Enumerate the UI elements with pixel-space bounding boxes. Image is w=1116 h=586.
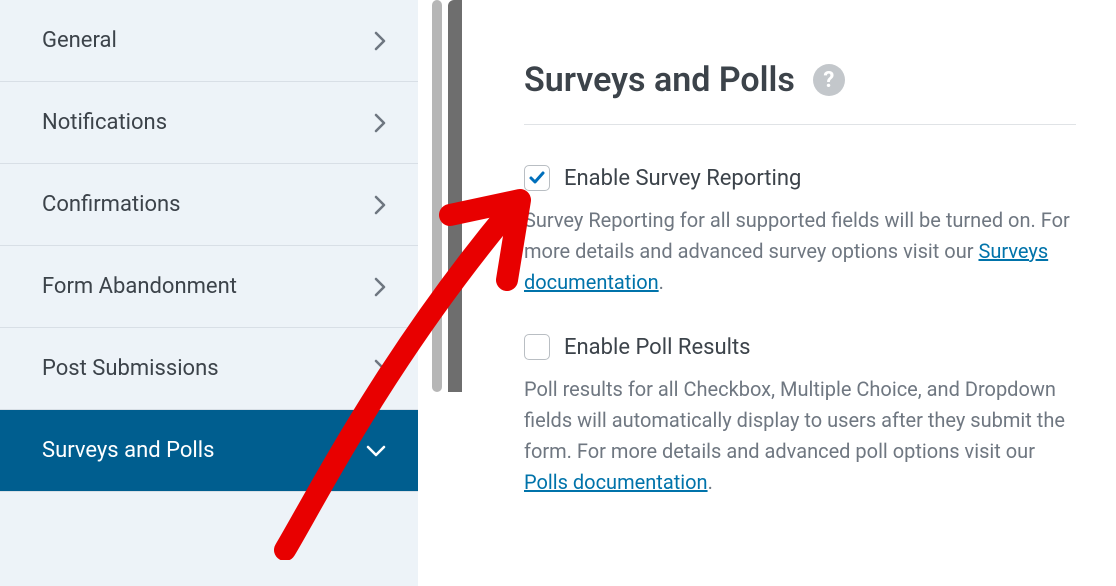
sidebar-item-surveys-polls[interactable]: Surveys and Polls xyxy=(0,410,418,492)
survey-reporting-label: Enable Survey Reporting xyxy=(564,166,801,191)
chevron-right-icon xyxy=(374,31,386,51)
chevron-right-icon xyxy=(374,113,386,133)
chevron-right-icon xyxy=(374,195,386,215)
survey-reporting-checkbox[interactable] xyxy=(524,165,550,191)
panel-gutter xyxy=(418,0,462,586)
sidebar-item-confirmations[interactable]: Confirmations xyxy=(0,164,418,246)
option-enable-survey-reporting: Enable Survey Reporting Survey Reporting… xyxy=(524,165,1076,298)
sidebar-item-form-abandonment[interactable]: Form Abandonment xyxy=(0,246,418,328)
poll-results-description: Poll results for all Checkbox, Multiple … xyxy=(524,374,1076,498)
chevron-right-icon xyxy=(374,277,386,297)
settings-sidebar: General Notifications Confirmations Form… xyxy=(0,0,418,586)
poll-results-checkbox[interactable] xyxy=(524,334,550,360)
poll-results-label: Enable Poll Results xyxy=(564,335,751,360)
divider xyxy=(524,124,1076,125)
survey-reporting-description: Survey Reporting for all supported field… xyxy=(524,205,1076,298)
sidebar-item-label: General xyxy=(42,28,117,53)
sidebar-item-post-submissions[interactable]: Post Submissions xyxy=(0,328,418,410)
sidebar-item-general[interactable]: General xyxy=(0,0,418,82)
chevron-down-icon xyxy=(366,445,386,457)
help-icon[interactable]: ? xyxy=(813,64,845,96)
option-enable-poll-results: Enable Poll Results Poll results for all… xyxy=(524,334,1076,498)
sidebar-item-label: Surveys and Polls xyxy=(42,438,214,463)
settings-panel: Surveys and Polls ? Enable Survey Report… xyxy=(462,0,1116,586)
sidebar-item-notifications[interactable]: Notifications xyxy=(0,82,418,164)
polls-documentation-link[interactable]: Polls documentation xyxy=(524,470,708,494)
sidebar-item-label: Form Abandonment xyxy=(42,274,237,299)
chevron-right-icon xyxy=(374,359,386,379)
sidebar-item-label: Notifications xyxy=(42,110,167,135)
sidebar-item-label: Post Submissions xyxy=(42,356,219,381)
panel-title: Surveys and Polls xyxy=(524,60,795,100)
sidebar-item-label: Confirmations xyxy=(42,192,181,217)
